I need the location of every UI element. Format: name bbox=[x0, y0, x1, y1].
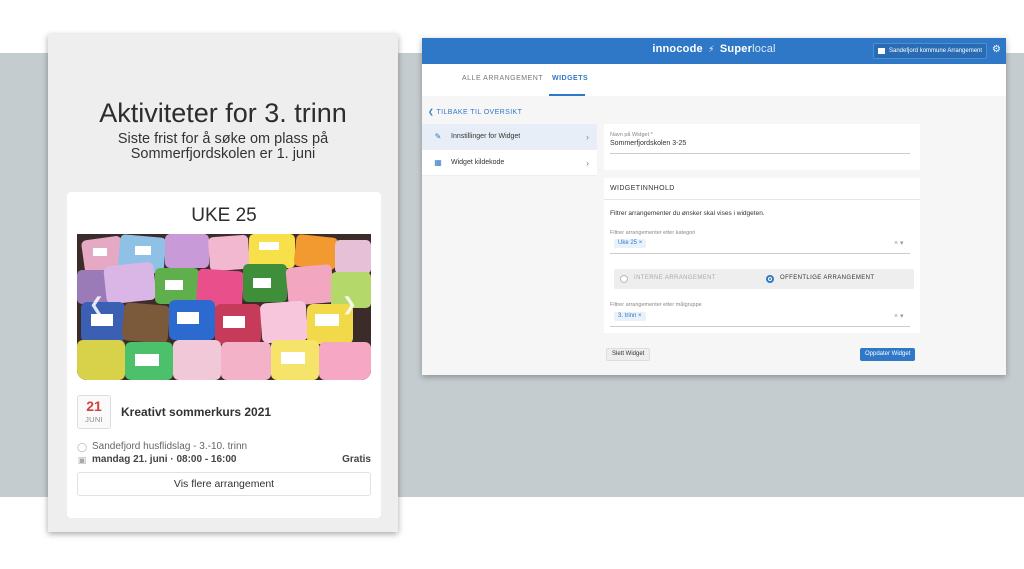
organization-button[interactable]: Sandefjord kommune Arrangement bbox=[873, 43, 988, 59]
code-table-icon: ▦ bbox=[434, 158, 442, 167]
delete-widget-button[interactable]: Slett Widget bbox=[606, 348, 651, 361]
side-item-widget-source[interactable]: ▦ Widget kildekode › bbox=[422, 150, 597, 176]
side-item-label: Widget kildekode bbox=[451, 159, 505, 166]
event-name[interactable]: Kreativt sommerkurs 2021 bbox=[121, 405, 271, 419]
organization-icon bbox=[878, 48, 885, 54]
gear-icon[interactable]: ⚙ bbox=[992, 44, 1001, 56]
widget-preview: Aktiviteter for 3. trinn Siste frist for… bbox=[48, 34, 398, 532]
side-item-label: Innstillinger for Widget bbox=[451, 133, 521, 140]
admin-app: innocode ⚡ Superlocal Sandefjord kommune… bbox=[422, 38, 1006, 375]
event-day: 21 bbox=[86, 398, 102, 414]
widget-name-input[interactable]: Sommerfjordskolen 3-25 bbox=[610, 140, 686, 147]
category-chip[interactable]: Uke 25 × bbox=[614, 239, 647, 248]
category-filter-label: Filtrer arrangementer etter kategori bbox=[610, 230, 696, 236]
radio-internal-events[interactable] bbox=[620, 275, 628, 283]
event-image: ❮ ❯ bbox=[77, 234, 371, 380]
chevron-left-icon[interactable]: ❮ bbox=[89, 294, 104, 315]
event-time-row: ▣ mandag 21. juni · 08:00 - 16:00 bbox=[77, 454, 237, 465]
event-date-badge: 21 JUNI bbox=[77, 395, 111, 429]
active-tab-indicator bbox=[549, 94, 585, 96]
side-item-widget-settings[interactable]: ✎ Innstillinger for Widget › bbox=[422, 124, 597, 150]
radio-public-label[interactable]: OFFENTLIGE ARRANGEMENT bbox=[780, 275, 874, 281]
event-location: Sandefjord husflidslag - 3.-10. trinn bbox=[92, 441, 248, 452]
chevron-right-icon[interactable]: ❯ bbox=[342, 294, 357, 315]
brand-super: Super bbox=[719, 43, 753, 55]
target-chip[interactable]: 3. trinn × bbox=[614, 312, 646, 321]
chevron-right-icon: › bbox=[586, 158, 589, 168]
calendar-icon: ▣ bbox=[77, 454, 87, 465]
tab-widgets[interactable]: WIDGETS bbox=[552, 75, 588, 82]
radio-internal-label[interactable]: INTERNE ARRANGEMENT bbox=[634, 275, 716, 281]
radio-public-events[interactable] bbox=[766, 275, 774, 283]
tabs-bar: ALLE ARRANGEMENT WIDGETS bbox=[422, 64, 1006, 96]
divider bbox=[604, 199, 920, 200]
event-month: JUNI bbox=[85, 415, 103, 424]
category-select-controls[interactable]: × ▾ bbox=[894, 239, 904, 247]
event-location-row: ◯ Sandefjord husflidslag - 3.-10. trinn bbox=[77, 441, 247, 452]
pencil-icon: ✎ bbox=[434, 132, 442, 141]
event-time: mandag 21. juni · 08:00 - 16:00 bbox=[92, 454, 237, 465]
show-more-events-button[interactable]: Vis flere arrangement bbox=[77, 472, 371, 496]
widget-content-panel: WIDGETINNHOLD Filtrer arrangementer du ø… bbox=[604, 178, 920, 333]
chevron-down-icon[interactable]: ▾ bbox=[900, 240, 904, 247]
input-underline bbox=[610, 326, 910, 327]
chevron-down-icon[interactable]: ▾ bbox=[900, 313, 904, 320]
widget-name-panel: Navn på Widget * Sommerfjordskolen 3-25 bbox=[604, 124, 920, 170]
input-underline bbox=[610, 253, 910, 254]
section-title: WIDGETINNHOLD bbox=[610, 185, 675, 192]
week-title: UKE 25 bbox=[191, 205, 257, 226]
back-to-overview-link[interactable]: ❮ TILBAKE TIL OVERSIKT bbox=[428, 108, 522, 116]
location-pin-icon: ◯ bbox=[77, 441, 88, 452]
close-icon[interactable]: × bbox=[638, 313, 642, 319]
chip-label: Uke 25 bbox=[618, 240, 638, 246]
event-card: UKE 25 ❮ ❯ 21 JUNI Kreativt sommerkurs 2… bbox=[67, 192, 381, 518]
widget-title: Aktiviteter for 3. trinn bbox=[99, 98, 347, 128]
filter-description: Filtrer arrangementer du ønsker skal vis… bbox=[610, 210, 765, 217]
app-header: innocode ⚡ Superlocal Sandefjord kommune… bbox=[422, 38, 1006, 64]
clear-icon[interactable]: × bbox=[894, 240, 898, 247]
back-link-label: TILBAKE TIL OVERSIKT bbox=[436, 109, 523, 116]
brand-innocode: innocode bbox=[652, 43, 703, 55]
chevron-right-icon: › bbox=[586, 132, 589, 142]
target-select-controls[interactable]: × ▾ bbox=[894, 312, 904, 320]
input-underline bbox=[610, 153, 910, 154]
update-widget-button[interactable]: Oppdater Widget bbox=[860, 348, 916, 361]
brand-local: local bbox=[752, 43, 776, 55]
widget-subtitle: Siste frist for å søke om plass på Somme… bbox=[117, 131, 329, 162]
chevron-left-icon: ❮ bbox=[428, 109, 435, 116]
tab-all-events[interactable]: ALLE ARRANGEMENT bbox=[462, 75, 543, 82]
side-nav: ✎ Innstillinger for Widget › ▦ Widget ki… bbox=[422, 124, 597, 176]
widget-name-label: Navn på Widget * bbox=[610, 132, 653, 138]
event-type-radio-group: INTERNE ARRANGEMENT OFFENTLIGE ARRANGEME… bbox=[614, 269, 914, 289]
organization-label: Sandefjord kommune Arrangement bbox=[889, 48, 983, 54]
close-icon[interactable]: × bbox=[639, 240, 643, 246]
target-filter-label: Filtrer arrangementer etter målgruppe bbox=[610, 302, 702, 308]
event-price: Gratis bbox=[342, 454, 371, 465]
clear-icon[interactable]: × bbox=[894, 313, 898, 320]
lightning-icon: ⚡ bbox=[708, 44, 715, 54]
pillows-illustration bbox=[77, 234, 371, 380]
chip-label: 3. trinn bbox=[618, 313, 637, 319]
